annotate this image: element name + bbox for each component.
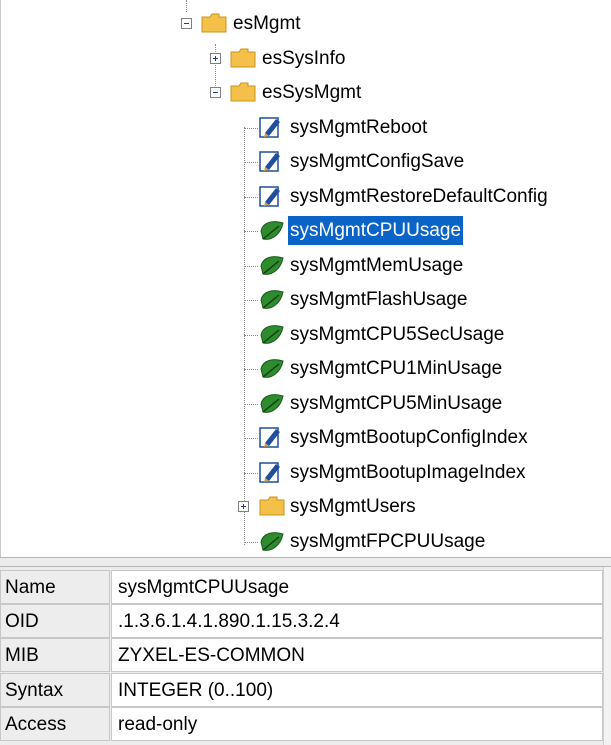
property-value[interactable]: read-only bbox=[111, 707, 603, 741]
writable-object-icon bbox=[259, 151, 280, 172]
tree-node-label[interactable]: sysMgmtMemUsage bbox=[288, 251, 465, 280]
leaf-icon bbox=[260, 532, 284, 551]
vertical-scrollbar[interactable] bbox=[603, 567, 611, 745]
tree-connector bbox=[244, 197, 258, 198]
collapse-toggle[interactable] bbox=[210, 87, 221, 98]
property-row-access: Access read-only bbox=[0, 707, 603, 741]
split-pane-divider[interactable] bbox=[0, 557, 611, 567]
mib-tree[interactable]: esMgmt esSysInfo esSysMgmt sysMgmtReboot… bbox=[0, 0, 611, 557]
tree-node-label[interactable]: sysMgmtBootupConfigIndex bbox=[288, 423, 530, 452]
tree-node-label[interactable]: sysMgmtCPU1MinUsage bbox=[288, 354, 504, 383]
tree-connector bbox=[244, 473, 258, 474]
property-name: MIB bbox=[0, 638, 110, 672]
property-row-name: Name sysMgmtCPUUsage bbox=[0, 570, 603, 604]
folder-icon bbox=[230, 82, 256, 102]
property-value[interactable]: ZYXEL-ES-COMMON bbox=[111, 638, 603, 672]
folder-icon bbox=[230, 48, 256, 68]
tree-connector bbox=[186, 0, 187, 12]
tree-connector bbox=[244, 438, 258, 439]
tree-connector bbox=[244, 127, 245, 545]
tree-node-label[interactable]: sysMgmtCPU5MinUsage bbox=[288, 389, 504, 418]
tree-connector bbox=[244, 404, 258, 405]
property-name: Name bbox=[0, 570, 110, 604]
leaf-icon bbox=[260, 325, 284, 344]
folder-icon bbox=[259, 496, 285, 516]
tree-node-label[interactable]: sysMgmtCPUUsage bbox=[288, 216, 464, 245]
property-value[interactable]: INTEGER (0..100) bbox=[111, 673, 603, 707]
leaf-icon bbox=[260, 256, 284, 275]
property-row-syntax: Syntax INTEGER (0..100) bbox=[0, 673, 603, 707]
leaf-icon bbox=[260, 394, 284, 413]
expand-toggle[interactable] bbox=[210, 53, 221, 64]
property-value[interactable]: .1.3.6.1.4.1.890.1.15.3.2.4 bbox=[111, 604, 603, 638]
tree-node-label[interactable]: esMgmt bbox=[231, 9, 303, 38]
tree-connector bbox=[244, 542, 258, 543]
tree-node-label[interactable]: sysMgmtRestoreDefaultConfig bbox=[288, 182, 550, 211]
property-name: Syntax bbox=[0, 673, 110, 707]
tree-connector bbox=[244, 369, 258, 370]
tree-connector bbox=[244, 162, 258, 163]
tree-node-label[interactable]: esSysMgmt bbox=[260, 78, 363, 107]
leaf-icon bbox=[260, 359, 284, 378]
tree-node-label[interactable]: esSysInfo bbox=[260, 44, 347, 73]
writable-object-icon bbox=[259, 427, 280, 448]
tree-node-label[interactable]: sysMgmtReboot bbox=[288, 113, 429, 142]
property-row-mib: MIB ZYXEL-ES-COMMON bbox=[0, 638, 603, 672]
writable-object-icon bbox=[259, 117, 280, 138]
tree-node-label[interactable]: sysMgmtUsers bbox=[288, 492, 418, 521]
tree-node-label[interactable]: sysMgmtConfigSave bbox=[288, 147, 466, 176]
expand-toggle[interactable] bbox=[238, 501, 249, 512]
tree-node-label[interactable]: sysMgmtCPU5SecUsage bbox=[288, 320, 506, 349]
tree-connector bbox=[244, 335, 258, 336]
writable-object-icon bbox=[259, 186, 280, 207]
collapse-toggle[interactable] bbox=[181, 18, 192, 29]
tree-connector bbox=[244, 300, 258, 301]
property-value[interactable]: sysMgmtCPUUsage bbox=[111, 570, 603, 604]
tree-connector bbox=[244, 128, 258, 129]
writable-object-icon bbox=[259, 462, 280, 483]
tree-connector bbox=[244, 231, 258, 232]
properties-table: Name sysMgmtCPUUsage OID .1.3.6.1.4.1.89… bbox=[0, 567, 611, 745]
leaf-icon bbox=[260, 290, 284, 309]
tree-node-label[interactable]: sysMgmtFPCPUUsage bbox=[288, 527, 487, 556]
tree-node-label[interactable]: sysMgmtBootupImageIndex bbox=[288, 458, 528, 487]
property-name: Access bbox=[0, 707, 110, 741]
property-row-oid: OID .1.3.6.1.4.1.890.1.15.3.2.4 bbox=[0, 604, 603, 638]
property-name: OID bbox=[0, 604, 110, 638]
tree-connector bbox=[244, 266, 258, 267]
tree-node-label[interactable]: sysMgmtFlashUsage bbox=[288, 285, 469, 314]
leaf-icon bbox=[260, 221, 284, 240]
folder-icon bbox=[201, 13, 227, 33]
